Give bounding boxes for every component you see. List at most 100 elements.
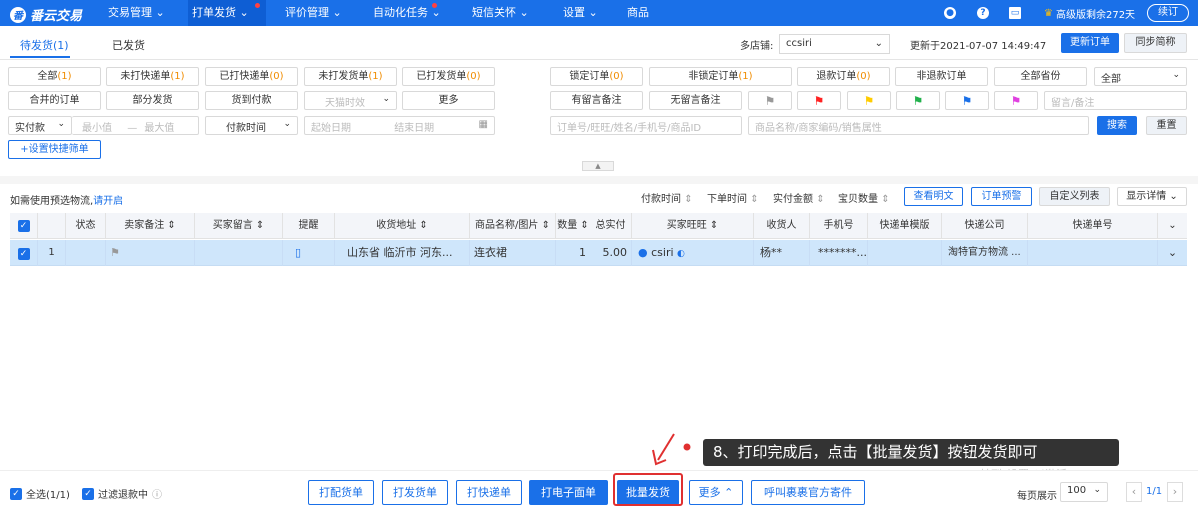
print-delivery-button[interactable]: 打发货单 <box>382 480 448 505</box>
message-icon[interactable]: ▭ <box>1009 5 1021 21</box>
sync-names-button[interactable]: 同步简称 <box>1124 33 1187 53</box>
filter-all[interactable]: 全部(1) <box>8 67 101 86</box>
filter-no-memo[interactable]: 无留言备注 <box>649 91 742 110</box>
sort-quantity[interactable]: 宝贝数量 ⇕ <box>838 190 890 205</box>
goods-search-input[interactable]: 商品名称/商家编码/销售属性 <box>748 116 1089 135</box>
nav-review[interactable]: 评价管理 ⌄ <box>281 0 346 26</box>
row-checkbox[interactable]: ✓ <box>10 240 38 266</box>
next-page-button[interactable]: › <box>1167 482 1183 502</box>
time-type-select[interactable]: 付款时间 ⌄ <box>205 116 298 135</box>
chevron-down-icon: ⌄ <box>283 119 291 129</box>
more-button[interactable]: 更多 ⌃ <box>689 480 743 505</box>
expand-row-icon[interactable]: ⌄ <box>1158 240 1187 266</box>
custom-columns-button[interactable]: 自定义列表 <box>1039 187 1110 206</box>
nav-print-ship[interactable]: 打单发货 ⌄ <box>188 0 266 26</box>
per-page-label: 每页展示 <box>1017 491 1057 502</box>
filter-unlocked[interactable]: 非锁定订单(1) <box>649 67 792 86</box>
view-plaintext-button[interactable]: 查看明文 <box>904 187 963 206</box>
filter-partial[interactable]: 部分发货 <box>106 91 199 110</box>
col-buyer-message[interactable]: 买家留言 ⇕ <box>195 213 283 239</box>
update-orders-button[interactable]: 更新订单 <box>1061 33 1119 53</box>
end-date[interactable]: 结束日期 <box>394 123 434 134</box>
flag-filter-2[interactable]: ⚑ <box>797 91 841 110</box>
select-all-checkbox[interactable]: ✓ <box>10 213 38 239</box>
flag-filter-1[interactable]: ⚑ <box>748 91 792 110</box>
filter-no-delivery[interactable]: 未打发货单(1) <box>304 67 397 86</box>
tab-shipped[interactable]: 已发货 <box>112 37 145 53</box>
reset-button[interactable]: 重置 <box>1146 116 1187 135</box>
flag-filter-6[interactable]: ⚑ <box>994 91 1038 110</box>
flag-filter-3[interactable]: ⚑ <box>847 91 891 110</box>
upgrade-badge[interactable]: ♛ 高级版剩余272天 <box>1044 6 1135 21</box>
print-picking-button[interactable]: 打配货单 <box>308 480 374 505</box>
sort-amount[interactable]: 实付金额 ⇕ <box>773 190 825 205</box>
amount-range[interactable]: 最小值 — 最大值 <box>72 116 199 135</box>
start-date[interactable]: 起始日期 <box>311 123 351 134</box>
enable-link[interactable]: 请开启 <box>93 196 123 207</box>
brand-logo[interactable]: 番 番云交易 <box>10 5 82 24</box>
col-buyer-id[interactable]: 买家旺旺 ⇕ <box>632 213 754 239</box>
min-amount-input[interactable]: 最小值 <box>82 123 112 134</box>
nav-automation[interactable]: 自动化任务 ⌄ <box>369 0 445 26</box>
filter-cod[interactable]: 货到付款 <box>205 91 298 110</box>
filter-delivery-printed[interactable]: 已打发货单(0) <box>402 67 495 86</box>
nav-goods[interactable]: 商品 <box>623 0 653 26</box>
chevron-down-icon[interactable]: ⌄ <box>1158 213 1187 239</box>
more-filters-button[interactable]: 更多 <box>402 91 495 110</box>
calendar-icon[interactable]: ▦ <box>479 119 488 130</box>
tmall-timeliness-select[interactable]: 天猫时效 ⌄ <box>304 91 397 110</box>
flag-filter-5[interactable]: ⚑ <box>945 91 989 110</box>
col-address[interactable]: 收货地址 ⇕ <box>335 213 470 239</box>
row-product: 连衣裙 <box>470 240 556 266</box>
max-amount-input[interactable]: 最大值 <box>144 123 174 134</box>
col-seller-memo[interactable]: 卖家备注 ⇕ <box>106 213 195 239</box>
row-index: 1 <box>38 240 66 266</box>
row-receiver: 杨** <box>754 240 810 266</box>
collapse-filters-toggle[interactable]: ▲ <box>582 161 614 171</box>
tab-pending[interactable]: 待发货(1) <box>20 37 69 53</box>
sort-order-time[interactable]: 下单时间 ⇕ <box>707 190 759 205</box>
per-page-select[interactable]: 100 ⌄ <box>1060 482 1108 502</box>
province-select[interactable]: 全部 ⌄ <box>1094 67 1187 86</box>
phone-reminder-icon[interactable]: ▯ <box>283 240 335 266</box>
filter-express-printed[interactable]: 已打快递单(0) <box>205 67 298 86</box>
search-button[interactable]: 搜索 <box>1097 116 1137 135</box>
order-warning-button[interactable]: 订单预警 <box>971 187 1032 206</box>
date-range-input[interactable]: 起始日期 结束日期 ▦ <box>304 116 495 135</box>
col-total[interactable]: 总实付 <box>590 213 632 239</box>
col-qty[interactable]: 数量 ⇕ <box>556 213 590 239</box>
flag-icon[interactable]: ⚑ <box>106 240 195 266</box>
help-icon[interactable]: ? <box>977 5 989 21</box>
amount-type-select[interactable]: 实付款 ⌄ <box>8 116 72 135</box>
arrow-icon <box>652 433 691 466</box>
show-detail-select[interactable]: 显示详情 ⌄ <box>1117 187 1187 206</box>
nav-sms[interactable]: 短信关怀 ⌄ <box>468 0 533 26</box>
flag-filter-4[interactable]: ⚑ <box>896 91 940 110</box>
filter-locked[interactable]: 锁定订单(0) <box>550 67 643 86</box>
call-pickup-button[interactable]: 呼叫裹裹官方寄件 <box>751 480 865 505</box>
print-express-button[interactable]: 打快递单 <box>456 480 522 505</box>
order-search-input[interactable]: 订单号/旺旺/姓名/手机号/商品ID <box>550 116 742 135</box>
print-esheet-button[interactable]: 打电子面单 <box>529 480 608 505</box>
filter-no-express[interactable]: 未打快递单(1) <box>106 67 199 86</box>
table-row[interactable]: ✓ 1 ⚑ ▯ 山东省 临沂市 河东... 连衣裙 1 5.00 ● csiri… <box>10 240 1187 266</box>
shop-select[interactable]: ccsiri ⌄ <box>779 34 890 54</box>
quick-filter-setup-button[interactable]: +设置快捷筛单 <box>8 140 101 159</box>
user-icon[interactable]: ● <box>944 5 956 21</box>
filter-refund[interactable]: 退款订单(0) <box>797 67 890 86</box>
sort-pay-time[interactable]: 付款时间 ⇕ <box>641 190 693 205</box>
prev-page-button[interactable]: ‹ <box>1126 482 1142 502</box>
memo-input[interactable]: 留言/备注 <box>1044 91 1187 110</box>
filter-merged[interactable]: 合并的订单 <box>8 91 101 110</box>
nav-trade[interactable]: 交易管理 ⌄ <box>104 0 169 26</box>
filter-all-provinces[interactable]: 全部省份 <box>994 67 1087 86</box>
row-buyer[interactable]: ● csiri ◐ <box>632 240 754 266</box>
nav-settings[interactable]: 设置 ⌄ <box>559 0 602 26</box>
select-all-footer[interactable]: ✓ 全选(1/1) <box>10 486 70 501</box>
chat-icon[interactable]: ◐ <box>677 249 685 259</box>
renew-button[interactable]: 续订 <box>1147 4 1189 22</box>
filter-has-memo[interactable]: 有留言备注 <box>550 91 643 110</box>
filter-no-refund[interactable]: 非退款订单 <box>895 67 988 86</box>
filter-refund-toggle[interactable]: ✓ 过滤退款中 ⓘ <box>82 486 162 501</box>
col-product[interactable]: 商品名称/图片 ⇕ <box>470 213 556 239</box>
